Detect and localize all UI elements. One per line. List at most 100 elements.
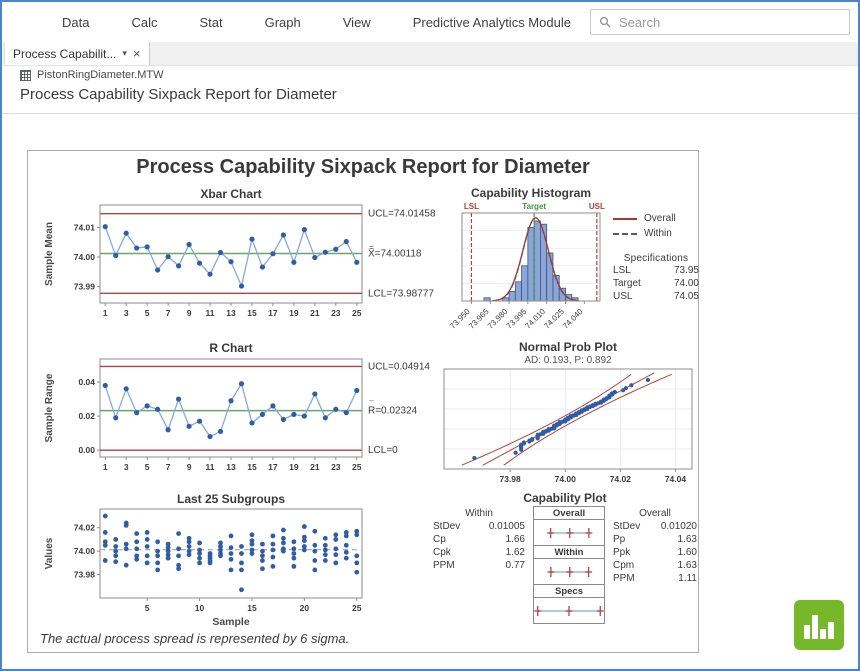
data-point — [613, 390, 617, 394]
center-accent: = — [369, 243, 374, 252]
data-point — [249, 420, 254, 425]
capability-plot-title: Capability Plot — [433, 491, 697, 505]
capability-overall-header: Overall — [533, 506, 605, 520]
capability-within-interval — [533, 558, 605, 585]
svg-text:25: 25 — [352, 603, 362, 613]
data-point — [176, 396, 181, 401]
svg-text:3: 3 — [124, 308, 129, 318]
svg-text:21: 21 — [310, 308, 320, 318]
report-title: Process Capability Sixpack Report for Di… — [28, 156, 698, 179]
data-point — [124, 542, 129, 547]
svg-text:15: 15 — [247, 462, 257, 472]
menu-data[interactable]: Data — [62, 15, 89, 30]
data-point — [134, 546, 139, 551]
svg-text:17: 17 — [268, 308, 278, 318]
data-point — [155, 539, 160, 544]
data-point — [302, 227, 307, 232]
report-footnote: The actual process spread is represented… — [40, 631, 349, 646]
svg-text:11: 11 — [206, 462, 215, 472]
spec-row-target: Target 74.00 — [613, 277, 699, 290]
data-point — [197, 541, 202, 546]
last25-ylabel: Values — [44, 537, 55, 569]
svg-text:74.04: 74.04 — [665, 474, 687, 484]
menu-graph[interactable]: Graph — [265, 15, 301, 30]
data-point — [124, 546, 129, 551]
data-point — [260, 264, 265, 269]
svg-text:0.04: 0.04 — [78, 377, 95, 387]
data-point — [228, 398, 233, 403]
data-point — [197, 560, 202, 565]
svg-text:73.98: 73.98 — [499, 474, 521, 484]
svg-text:7: 7 — [166, 308, 171, 318]
hist-title: Capability Histogram — [471, 186, 591, 200]
data-point — [197, 419, 202, 424]
svg-text:7: 7 — [166, 462, 171, 472]
menu-calc[interactable]: Calc — [131, 15, 157, 30]
data-point — [344, 556, 349, 561]
svg-text:25: 25 — [352, 308, 362, 318]
data-point — [239, 551, 244, 556]
data-point — [270, 251, 275, 256]
table-row: PPM0.77 — [433, 559, 525, 572]
worksheet-link[interactable]: PistonRingDiameter.MTW — [20, 69, 164, 81]
menu-stat[interactable]: Stat — [199, 15, 222, 30]
data-point — [207, 272, 212, 277]
center-label: X=74.00118 — [368, 248, 422, 259]
svg-text:74.02: 74.02 — [74, 523, 96, 533]
menu-view[interactable]: View — [343, 15, 371, 30]
data-point — [134, 245, 139, 250]
data-point — [103, 514, 108, 519]
minitab-logo-icon[interactable] — [794, 600, 844, 650]
search-box[interactable] — [590, 9, 850, 35]
data-point — [155, 567, 160, 572]
ci-band — [462, 374, 631, 465]
data-point — [271, 555, 276, 560]
capability-overall-interval — [533, 519, 605, 546]
svg-text:15: 15 — [247, 308, 257, 318]
svg-text:21: 21 — [310, 462, 320, 472]
sixpack-report-figure[interactable]: Process Capability Sixpack Report for Di… — [27, 150, 699, 653]
tab-process-capability[interactable]: Process Capabilit... ▾ × — [4, 42, 150, 65]
data-point — [281, 549, 286, 554]
svg-text:74.02: 74.02 — [610, 474, 632, 484]
data-point — [113, 559, 118, 564]
hist-bar — [547, 253, 553, 301]
table-row: PPM1.11 — [613, 572, 697, 585]
data-point — [333, 407, 338, 412]
search-input[interactable] — [617, 14, 841, 31]
table-row: Cp1.66 — [433, 533, 525, 546]
data-point — [228, 259, 233, 264]
data-point — [197, 261, 202, 266]
data-point — [333, 537, 338, 542]
r-chart: R ChartSample Range0.000.020.04135791113… — [40, 339, 450, 491]
last-25-subgroups-chart: Last 25 SubgroupsValues73.9874.0074.0251… — [40, 491, 450, 631]
data-point — [113, 544, 118, 549]
data-point — [155, 267, 160, 272]
close-icon[interactable]: × — [133, 47, 141, 60]
svg-text:3: 3 — [124, 462, 129, 472]
svg-text:1: 1 — [103, 462, 108, 472]
probplot-subtitle: AD: 0.193, P: 0.892 — [524, 355, 612, 366]
chevron-down-icon[interactable]: ▾ — [122, 48, 127, 59]
data-point — [134, 410, 139, 415]
svg-text:23: 23 — [331, 462, 341, 472]
svg-text:11: 11 — [206, 308, 215, 318]
data-point — [312, 391, 317, 396]
data-point — [260, 566, 265, 571]
spec-label: LSL — [464, 202, 479, 211]
data-point — [155, 549, 160, 554]
data-point — [186, 424, 191, 429]
worksheet-name: PistonRingDiameter.MTW — [37, 69, 164, 81]
data-point — [302, 413, 307, 418]
data-point — [344, 534, 349, 539]
data-point — [145, 544, 150, 549]
menu-predictive-analytics[interactable]: Predictive Analytics Module — [413, 15, 571, 30]
data-point — [281, 528, 286, 533]
svg-text:5: 5 — [145, 308, 150, 318]
capability-specs-interval — [533, 597, 605, 624]
data-point — [271, 548, 276, 553]
lcl-label: LCL=0 — [368, 445, 398, 456]
data-point — [186, 242, 191, 247]
hist-bar — [509, 291, 515, 301]
tab-bar: Process Capabilit... ▾ × — [2, 42, 858, 66]
